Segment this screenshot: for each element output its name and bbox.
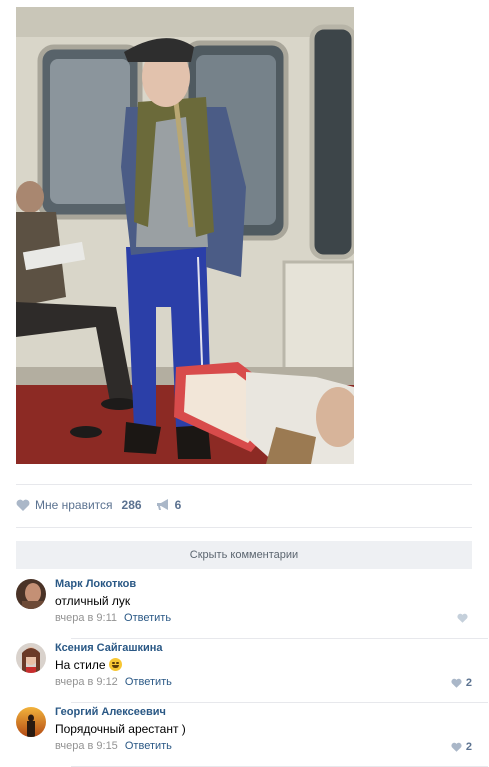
hide-comments-button[interactable]: Скрыть комментарии [16,541,472,569]
reply-button[interactable]: Ответить [125,740,172,752]
comment-like-button[interactable]: 2 [451,677,472,689]
like-count: 286 [121,498,142,512]
comment-item: Марк Локотков отличный лук вчера в 9:11 … [16,575,488,639]
comment-author[interactable]: Марк Локотков [55,578,136,590]
comment-text: отличный лук [55,594,131,608]
comment-like-button[interactable] [457,613,472,623]
avatar-image [16,643,46,673]
comment-like-count: 2 [465,677,472,689]
avatar-image [16,579,46,609]
comment-meta: вчера в 9:15 Ответить [55,740,172,752]
comment-author[interactable]: Георгий Алексеевич [55,706,166,718]
comment-like-count: 2 [465,741,472,753]
comment-meta: вчера в 9:11 Ответить [55,612,171,624]
heart-icon [457,613,468,623]
comment-text: На стиле [55,658,122,672]
comment-time[interactable]: вчера в 9:11 [55,612,117,624]
comment-item: Георгий Алексеевич Порядочный арестант )… [16,703,488,767]
post-photo[interactable] [16,7,354,464]
divider-bottom [16,527,472,528]
comment-time[interactable]: вчера в 9:12 [55,676,118,688]
comment-like-button[interactable]: 2 [451,741,472,753]
avatar[interactable] [16,579,46,609]
heart-icon [16,499,30,511]
comment-meta: вчера в 9:12 Ответить [55,676,172,688]
comment-text-content: На стиле [55,658,106,672]
comment-text: Порядочный арестант ) [55,722,186,736]
heart-icon [451,742,462,752]
reply-button[interactable]: Ответить [124,612,171,624]
divider-top [16,484,472,485]
comment-item: Ксения Сайгашкина На стиле вчера в 9:12 … [16,639,488,703]
megaphone-icon [156,499,168,510]
like-label: Мне нравится [35,498,113,512]
share-button[interactable]: 6 [156,498,182,512]
avatar[interactable] [16,643,46,673]
comment-time[interactable]: вчера в 9:15 [55,740,118,752]
avatar[interactable] [16,707,46,737]
avatar-image [16,707,46,737]
subway-photo-image [16,7,354,464]
like-button[interactable]: Мне нравится 286 [16,498,142,512]
post-actions: Мне нравится 286 6 [16,496,181,514]
laughing-emoji-icon [108,658,122,671]
comment-author[interactable]: Ксения Сайгашкина [55,642,163,654]
heart-icon [451,678,462,688]
share-count: 6 [174,498,182,512]
reply-button[interactable]: Ответить [125,676,172,688]
